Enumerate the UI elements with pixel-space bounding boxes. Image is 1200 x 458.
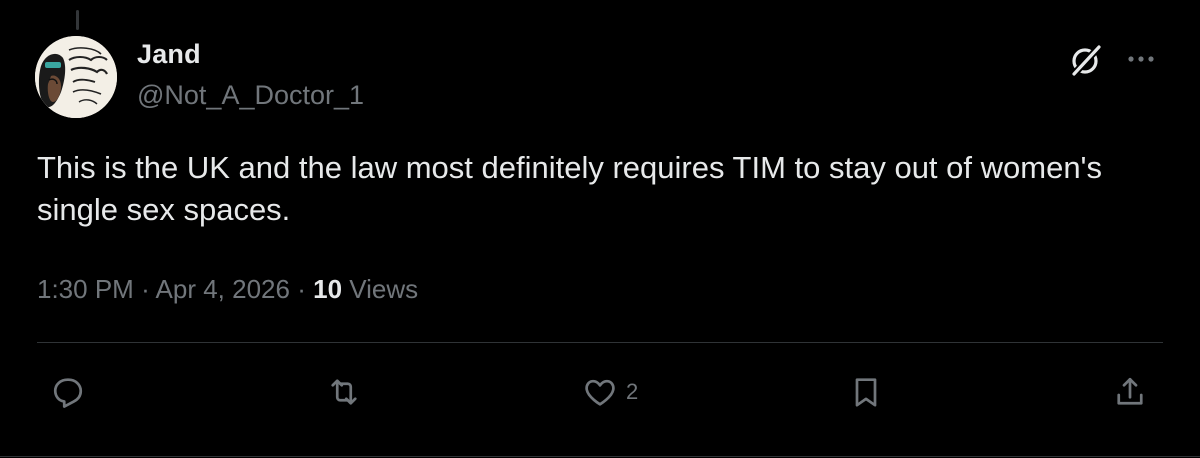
more-options-icon[interactable] — [1124, 47, 1158, 71]
author-handle[interactable]: @Not_A_Doctor_1 — [137, 80, 364, 111]
bottom-divider — [0, 456, 1200, 457]
retweet-icon — [331, 379, 357, 405]
retweet-button[interactable] — [326, 372, 362, 412]
tweet-date[interactable]: Apr 4, 2026 — [156, 274, 290, 304]
avatar-image — [35, 36, 117, 118]
grok-icon[interactable] — [1068, 42, 1104, 78]
views-label[interactable]: Views — [349, 274, 418, 304]
avatar[interactable] — [35, 36, 117, 118]
meta-separator: · — [141, 274, 150, 304]
thread-connector-line — [76, 10, 79, 30]
like-button[interactable]: 2 — [582, 372, 638, 412]
bookmark-icon — [855, 378, 877, 407]
divider — [37, 342, 1163, 343]
tweet-time[interactable]: 1:30 PM — [37, 274, 134, 304]
meta-separator: · — [297, 274, 306, 304]
heart-icon — [585, 379, 615, 406]
tweet-meta: 1:30 PM · Apr 4, 2026 · 10 Views — [37, 274, 418, 305]
share-button[interactable] — [1112, 372, 1148, 412]
tweet-text: This is the UK and the law most definite… — [37, 150, 1102, 227]
reply-button[interactable] — [50, 372, 86, 412]
like-count: 2 — [626, 379, 639, 404]
author-name[interactable]: Jand — [137, 39, 201, 70]
reply-icon — [53, 378, 83, 408]
bookmark-button[interactable] — [848, 372, 884, 412]
views-count[interactable]: 10 — [313, 274, 342, 304]
share-icon — [1117, 377, 1143, 405]
